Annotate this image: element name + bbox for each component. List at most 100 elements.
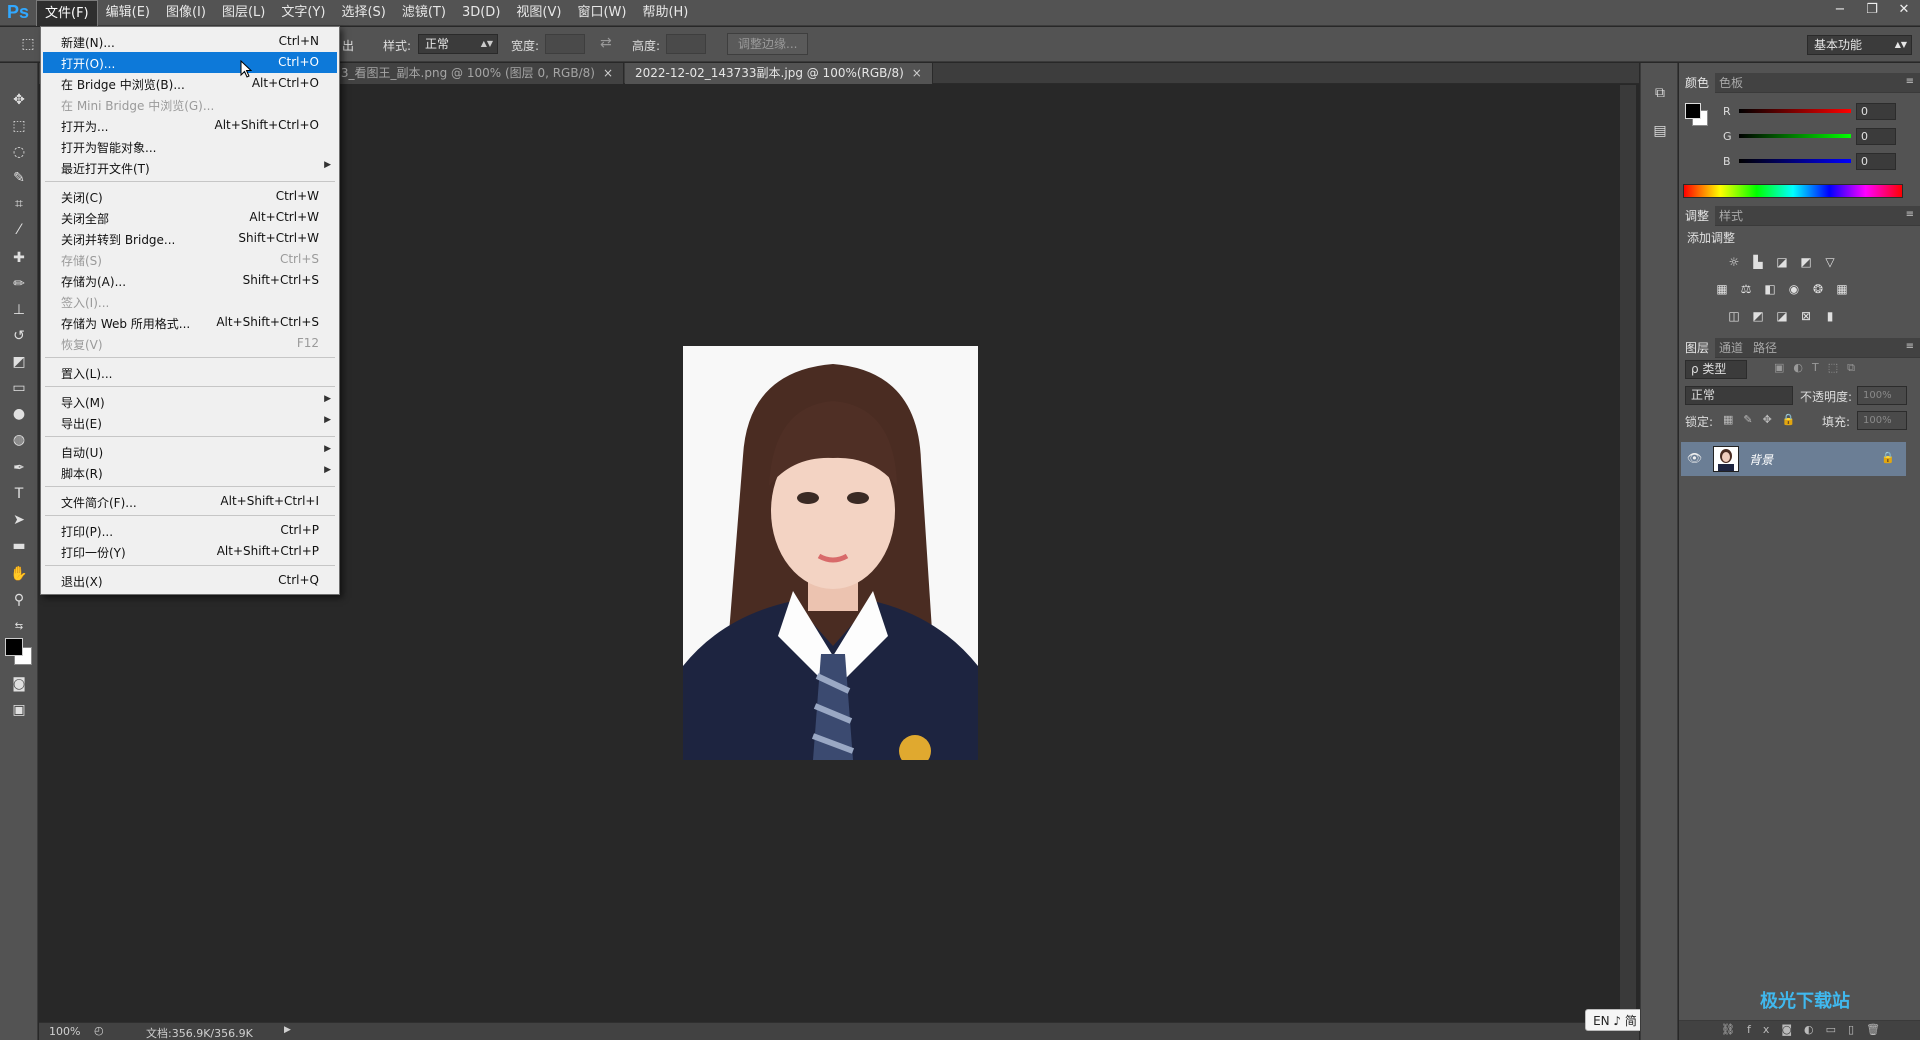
file-menu-item[interactable]: 退出(X) Ctrl+Q xyxy=(43,570,337,591)
file-menu-item[interactable]: 打开为... Alt+Shift+Ctrl+O xyxy=(43,115,337,136)
gradient-map-icon[interactable]: ▮ xyxy=(1821,308,1839,324)
close-icon[interactable]: × xyxy=(603,66,613,80)
exposure-icon[interactable]: ◩ xyxy=(1797,254,1815,270)
file-menu-item[interactable]: 导入(M) ▶ xyxy=(43,391,337,412)
eye-icon[interactable]: 👁 xyxy=(1687,451,1702,465)
color-spectrum[interactable] xyxy=(1683,184,1903,198)
height-field[interactable] xyxy=(666,34,706,54)
document-tab-2[interactable]: 2022-12-02_143733副本.jpg @ 100%(RGB/8) × xyxy=(625,63,933,84)
dodge-tool-icon[interactable]: ◍ xyxy=(7,429,31,451)
curves-icon[interactable]: ◪ xyxy=(1773,254,1791,270)
layer-row-background[interactable]: 👁 背景 🔒 xyxy=(1681,442,1906,476)
style-select[interactable]: 正常 ▲▼ xyxy=(418,34,498,54)
minimize-button[interactable]: − xyxy=(1824,0,1856,20)
vibrance-icon[interactable]: ▽ xyxy=(1821,254,1839,270)
tab-layers[interactable]: 图层 xyxy=(1679,338,1716,358)
file-menu-item[interactable]: 新建(N)... Ctrl+N xyxy=(43,31,337,52)
menu-filter[interactable]: 滤镜(T) xyxy=(394,0,454,26)
file-menu-item[interactable]: 导出(E) ▶ xyxy=(43,412,337,433)
zoom-tool-icon[interactable]: ⚲ xyxy=(7,589,31,611)
zoom-level[interactable]: 100% xyxy=(49,1025,80,1038)
type-tool-icon[interactable]: T xyxy=(7,483,31,505)
width-field[interactable] xyxy=(545,34,585,54)
file-menu-item[interactable]: 打印一份(Y) Alt+Shift+Ctrl+P xyxy=(43,541,337,562)
levels-icon[interactable]: ▙ xyxy=(1749,254,1767,270)
color-panel-fg-swatch[interactable] xyxy=(1685,103,1701,119)
menu-image[interactable]: 图像(I) xyxy=(158,0,214,26)
blur-tool-icon[interactable]: ● xyxy=(7,403,31,425)
fill-field[interactable]: 100% xyxy=(1857,411,1907,430)
menu-layer[interactable]: 图层(L) xyxy=(214,0,273,26)
file-menu-item[interactable]: 关闭(C) Ctrl+W xyxy=(43,186,337,207)
swap-colors-icon[interactable]: ⇆ xyxy=(7,615,31,637)
refine-edge-button[interactable]: 调整边缘... xyxy=(727,33,809,55)
shape-tool-icon[interactable]: ▬ xyxy=(7,535,31,557)
history-panel-icon[interactable]: ⧉ xyxy=(1650,85,1670,105)
menu-select[interactable]: 选择(S) xyxy=(333,0,393,26)
invert-icon[interactable]: ◫ xyxy=(1725,308,1743,324)
file-menu-item[interactable]: 脚本(R) ▶ xyxy=(43,462,337,483)
tab-swatches[interactable]: 色板 xyxy=(1713,73,1749,93)
file-menu-item[interactable]: 置入(L)... xyxy=(43,362,337,383)
file-menu-item[interactable]: 存储为 Web 所用格式... Alt+Shift+Ctrl+S xyxy=(43,312,337,333)
panel-menu-icon[interactable]: ≡ xyxy=(1906,76,1914,87)
lock-icons[interactable]: ▦✎✥🔒 xyxy=(1723,413,1806,426)
eyedropper-tool-icon[interactable]: ⁄ xyxy=(7,219,31,241)
menu-view[interactable]: 视图(V) xyxy=(508,0,569,26)
move-tool-icon[interactable]: ✥ xyxy=(7,89,31,111)
path-select-tool-icon[interactable]: ➤ xyxy=(7,509,31,531)
r-slider[interactable] xyxy=(1739,109,1851,113)
foreground-color-swatch[interactable] xyxy=(5,638,23,656)
panel-menu-icon[interactable]: ≡ xyxy=(1906,341,1914,352)
hand-tool-icon[interactable]: ✋ xyxy=(7,563,31,585)
properties-panel-icon[interactable]: ▤ xyxy=(1650,123,1670,143)
close-button[interactable]: ✕ xyxy=(1888,0,1920,20)
layer-filter-icons[interactable]: ▣◐T⬚⧉ xyxy=(1774,361,1864,375)
tab-paths[interactable]: 路径 xyxy=(1747,338,1783,358)
file-menu-item[interactable]: 关闭并转到 Bridge... Shift+Ctrl+W xyxy=(43,228,337,249)
black-white-icon[interactable]: ◧ xyxy=(1761,281,1779,297)
file-menu-item[interactable]: 文件简介(F)... Alt+Shift+Ctrl+I xyxy=(43,491,337,512)
photo-filter-icon[interactable]: ◉ xyxy=(1785,281,1803,297)
color-lookup-icon[interactable]: ▦ xyxy=(1833,281,1851,297)
layer-filter-select[interactable]: ρ 类型 xyxy=(1685,360,1747,379)
status-info-icon[interactable]: ◴ xyxy=(94,1024,104,1037)
eraser-tool-icon[interactable]: ◩ xyxy=(7,351,31,373)
quick-select-tool-icon[interactable]: ✎ xyxy=(7,167,31,189)
menu-help[interactable]: 帮助(H) xyxy=(634,0,696,26)
file-menu-item[interactable]: 打开为智能对象... xyxy=(43,136,337,157)
tab-styles[interactable]: 样式 xyxy=(1713,206,1749,226)
file-menu-item[interactable]: 打开(O)... Ctrl+O xyxy=(43,52,337,73)
marquee-preset-icon[interactable]: ⬚ xyxy=(16,33,40,55)
healing-brush-tool-icon[interactable]: ✚ xyxy=(7,247,31,269)
opacity-field[interactable]: 100% xyxy=(1857,386,1907,405)
g-value[interactable]: 0 xyxy=(1856,128,1896,145)
b-value[interactable]: 0 xyxy=(1856,153,1896,170)
tab-color[interactable]: 颜色 xyxy=(1679,73,1716,93)
b-slider[interactable] xyxy=(1739,159,1851,163)
vertical-scrollbar[interactable] xyxy=(1620,85,1636,1022)
workspace-select[interactable]: 基本功能 ▲▼ xyxy=(1807,35,1912,55)
tab-channels[interactable]: 通道 xyxy=(1713,338,1749,358)
menu-edit[interactable]: 编辑(E) xyxy=(98,0,158,26)
crop-tool-icon[interactable]: ⌗ xyxy=(7,193,31,215)
quick-mask-icon[interactable]: ◙ xyxy=(7,673,31,695)
menu-3d[interactable]: 3D(D) xyxy=(454,0,508,26)
history-brush-tool-icon[interactable]: ↺ xyxy=(7,325,31,347)
document-image[interactable] xyxy=(683,346,978,760)
screen-mode-icon[interactable]: ▣ xyxy=(7,699,31,721)
layer-name[interactable]: 背景 xyxy=(1749,451,1773,468)
lasso-tool-icon[interactable]: ◌ xyxy=(7,141,31,163)
restore-button[interactable]: ❐ xyxy=(1856,0,1888,20)
file-menu-item[interactable]: 最近打开文件(T) ▶ xyxy=(43,157,337,178)
hue-saturation-icon[interactable]: ▦ xyxy=(1713,281,1731,297)
pen-tool-icon[interactable]: ✒ xyxy=(7,457,31,479)
brightness-icon[interactable]: ☼ xyxy=(1725,254,1743,270)
file-menu-item[interactable]: 在 Bridge 中浏览(B)... Alt+Ctrl+O xyxy=(43,73,337,94)
channel-mixer-icon[interactable]: ❂ xyxy=(1809,281,1827,297)
gradient-tool-icon[interactable]: ▭ xyxy=(7,377,31,399)
file-menu-item[interactable]: 打印(P)... Ctrl+P xyxy=(43,520,337,541)
status-menu-arrow[interactable]: ▶ xyxy=(284,1025,291,1035)
marquee-tool-icon[interactable]: ⬚ xyxy=(7,115,31,137)
swap-icon[interactable]: ⇄ xyxy=(600,35,612,51)
